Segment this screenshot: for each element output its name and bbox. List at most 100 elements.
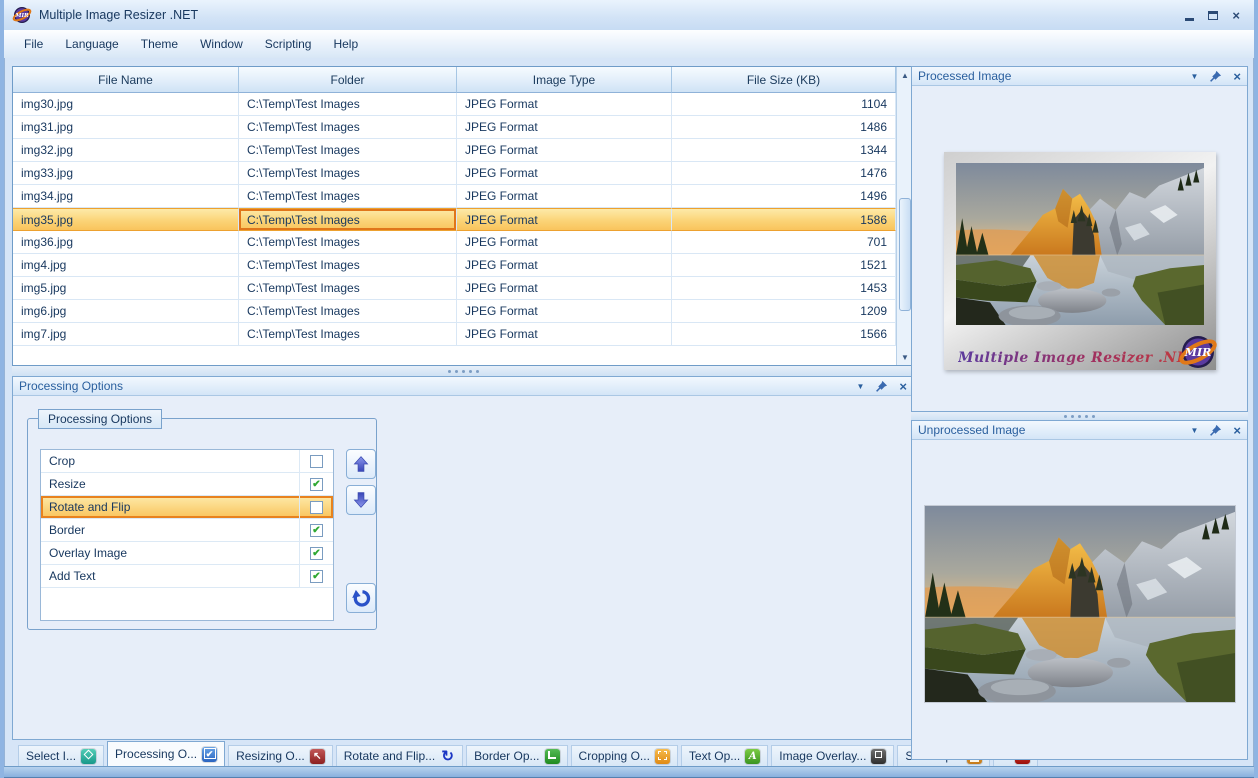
maximize-button[interactable] (1208, 11, 1218, 20)
folder-cell[interactable]: C:\Temp\Test Images (239, 93, 457, 116)
option-checkbox[interactable]: ✔ (299, 542, 333, 564)
column-header[interactable]: File Size (KB) (672, 67, 896, 93)
panel-close-icon[interactable]: × (1233, 423, 1241, 438)
menu-window[interactable]: Window (190, 33, 253, 55)
table-row[interactable]: img6.jpgC:\Temp\Test ImagesJPEG Format12… (13, 300, 896, 323)
close-button[interactable]: × (1232, 9, 1240, 22)
processing-option-row[interactable]: Overlay Image✔ (41, 542, 333, 565)
menu-language[interactable]: Language (55, 33, 128, 55)
file-size-cell[interactable]: 1344 (672, 139, 896, 162)
menu-theme[interactable]: Theme (131, 33, 188, 55)
column-header[interactable]: Image Type (457, 67, 672, 93)
horizontal-splitter[interactable] (12, 366, 914, 376)
table-row[interactable]: img34.jpgC:\Temp\Test ImagesJPEG Format1… (13, 185, 896, 208)
menu-file[interactable]: File (14, 33, 53, 55)
processing-option-row[interactable]: Rotate and Flip (41, 496, 333, 519)
tab-processing-options[interactable]: Processing O...✔ (107, 741, 225, 766)
table-row[interactable]: img36.jpgC:\Temp\Test ImagesJPEG Format7… (13, 231, 896, 254)
tab-border-options[interactable]: Border Op... (466, 745, 567, 766)
tab-select-images[interactable]: Select I... (18, 745, 104, 766)
table-row[interactable]: img32.jpgC:\Temp\Test ImagesJPEG Format1… (13, 139, 896, 162)
panel-menu-caret-icon[interactable]: ▼ (1190, 426, 1198, 435)
image-type-cell[interactable]: JPEG Format (457, 300, 672, 323)
tab-image-overlay[interactable]: Image Overlay... (771, 745, 894, 766)
menu-scripting[interactable]: Scripting (255, 33, 322, 55)
reset-options-button[interactable] (346, 583, 376, 613)
folder-cell[interactable]: C:\Temp\Test Images (239, 323, 457, 346)
option-checkbox[interactable]: ✔ (299, 565, 333, 587)
horizontal-splitter[interactable] (911, 412, 1248, 420)
file-size-cell[interactable]: 1496 (672, 185, 896, 208)
file-size-cell[interactable]: 1104 (672, 93, 896, 116)
table-row[interactable]: img31.jpgC:\Temp\Test ImagesJPEG Format1… (13, 116, 896, 139)
file-name-cell[interactable]: img34.jpg (13, 185, 239, 208)
table-row[interactable]: img33.jpgC:\Temp\Test ImagesJPEG Format1… (13, 162, 896, 185)
move-option-up-button[interactable] (346, 449, 376, 479)
file-size-cell[interactable]: 1453 (672, 277, 896, 300)
tab-rotate-flip[interactable]: Rotate and Flip...↻ (336, 745, 463, 766)
file-size-cell[interactable]: 1566 (672, 323, 896, 346)
file-name-cell[interactable]: img5.jpg (13, 277, 239, 300)
processing-option-row[interactable]: Crop (41, 450, 333, 473)
image-type-cell[interactable]: JPEG Format (457, 208, 672, 231)
file-size-cell[interactable]: 1486 (672, 116, 896, 139)
option-checkbox[interactable] (299, 450, 333, 472)
image-type-cell[interactable]: JPEG Format (457, 231, 672, 254)
file-name-cell[interactable]: img35.jpg (13, 208, 239, 231)
file-name-cell[interactable]: img36.jpg (13, 231, 239, 254)
folder-cell[interactable]: C:\Temp\Test Images (239, 116, 457, 139)
menu-help[interactable]: Help (323, 33, 368, 55)
folder-cell[interactable]: C:\Temp\Test Images (239, 162, 457, 185)
image-type-cell[interactable]: JPEG Format (457, 323, 672, 346)
option-checkbox[interactable]: ✔ (299, 519, 333, 541)
panel-close-icon[interactable]: × (1233, 69, 1241, 84)
panel-pin-icon[interactable] (1209, 70, 1222, 83)
folder-cell[interactable]: C:\Temp\Test Images (239, 185, 457, 208)
table-row[interactable]: img7.jpgC:\Temp\Test ImagesJPEG Format15… (13, 323, 896, 346)
panel-pin-icon[interactable] (875, 380, 888, 393)
minimize-button[interactable] (1185, 18, 1194, 21)
file-size-cell[interactable]: 1586 (672, 208, 896, 231)
image-type-cell[interactable]: JPEG Format (457, 116, 672, 139)
folder-cell[interactable]: C:\Temp\Test Images (239, 254, 457, 277)
processing-option-row[interactable]: Border✔ (41, 519, 333, 542)
option-checkbox[interactable]: ✔ (299, 473, 333, 495)
image-type-cell[interactable]: JPEG Format (457, 162, 672, 185)
file-name-cell[interactable]: img31.jpg (13, 116, 239, 139)
folder-cell[interactable]: C:\Temp\Test Images (239, 208, 457, 231)
image-type-cell[interactable]: JPEG Format (457, 185, 672, 208)
file-name-cell[interactable]: img33.jpg (13, 162, 239, 185)
file-name-cell[interactable]: img7.jpg (13, 323, 239, 346)
scroll-thumb[interactable] (899, 198, 911, 311)
table-row[interactable]: img30.jpgC:\Temp\Test ImagesJPEG Format1… (13, 93, 896, 116)
column-header[interactable]: File Name (13, 67, 239, 93)
option-checkbox[interactable] (299, 496, 333, 518)
panel-menu-caret-icon[interactable]: ▼ (856, 382, 864, 391)
image-type-cell[interactable]: JPEG Format (457, 93, 672, 116)
tab-text-options[interactable]: Text Op...A (681, 745, 768, 766)
panel-pin-icon[interactable] (1209, 424, 1222, 437)
tab-resizing-options[interactable]: Resizing O...↖ (228, 745, 333, 766)
panel-close-icon[interactable]: × (899, 379, 907, 394)
file-size-cell[interactable]: 1521 (672, 254, 896, 277)
image-type-cell[interactable]: JPEG Format (457, 254, 672, 277)
file-name-cell[interactable]: img32.jpg (13, 139, 239, 162)
image-type-cell[interactable]: JPEG Format (457, 139, 672, 162)
file-size-cell[interactable]: 1476 (672, 162, 896, 185)
table-row[interactable]: img4.jpgC:\Temp\Test ImagesJPEG Format15… (13, 254, 896, 277)
file-name-cell[interactable]: img30.jpg (13, 93, 239, 116)
file-size-cell[interactable]: 701 (672, 231, 896, 254)
column-header[interactable]: Folder (239, 67, 457, 93)
tab-cropping-options[interactable]: Cropping O... (571, 745, 678, 766)
folder-cell[interactable]: C:\Temp\Test Images (239, 231, 457, 254)
processing-option-row[interactable]: Add Text✔ (41, 565, 333, 588)
panel-menu-caret-icon[interactable]: ▼ (1190, 72, 1198, 81)
file-name-cell[interactable]: img6.jpg (13, 300, 239, 323)
folder-cell[interactable]: C:\Temp\Test Images (239, 277, 457, 300)
table-row[interactable]: img35.jpgC:\Temp\Test ImagesJPEG Format1… (13, 208, 896, 231)
folder-cell[interactable]: C:\Temp\Test Images (239, 139, 457, 162)
image-type-cell[interactable]: JPEG Format (457, 277, 672, 300)
table-row[interactable]: img5.jpgC:\Temp\Test ImagesJPEG Format14… (13, 277, 896, 300)
folder-cell[interactable]: C:\Temp\Test Images (239, 300, 457, 323)
move-option-down-button[interactable] (346, 485, 376, 515)
